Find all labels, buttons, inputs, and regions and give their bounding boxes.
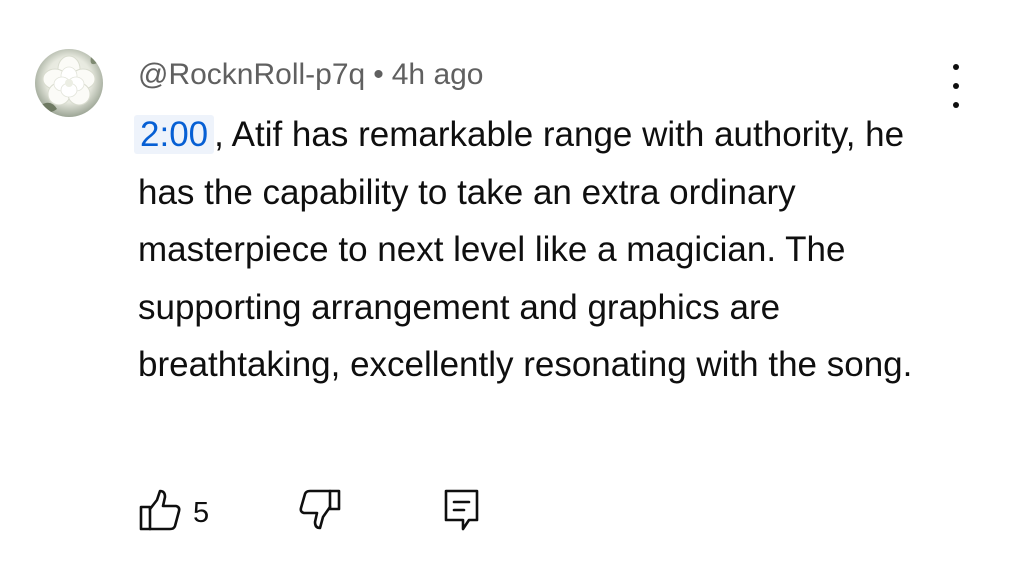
menu-dot: [953, 64, 959, 70]
comment-text: 2:00, Atif has remarkable range with aut…: [134, 106, 968, 394]
comment-body: , Atif has remarkable range with authori…: [138, 115, 913, 384]
reply-button[interactable]: [441, 488, 485, 532]
more-vertical-icon[interactable]: [942, 64, 970, 108]
like-button[interactable]: [138, 488, 182, 532]
timestamp-link[interactable]: 2:00: [134, 115, 215, 154]
flower-icon: [41, 55, 99, 113]
comment-item: @RocknRoll-p7q • 4h ago 2:00, Atif has rem…: [0, 0, 1024, 569]
menu-dot: [953, 83, 959, 89]
meta-separator: •: [373, 58, 384, 91]
dislike-button[interactable]: [298, 488, 342, 532]
author-name[interactable]: @RocknRoll-p7q: [138, 58, 365, 91]
thumbs-down-icon: [299, 489, 341, 530]
like-count: 5: [193, 497, 210, 529]
comment-actions: 5: [138, 488, 538, 536]
thumbs-up-icon: [139, 489, 181, 531]
author-avatar[interactable]: [35, 49, 103, 117]
comment-meta: @RocknRoll-p7q • 4h ago: [138, 57, 484, 93]
comment-time[interactable]: 4h ago: [392, 58, 484, 91]
comment-reply-icon: [444, 489, 479, 531]
